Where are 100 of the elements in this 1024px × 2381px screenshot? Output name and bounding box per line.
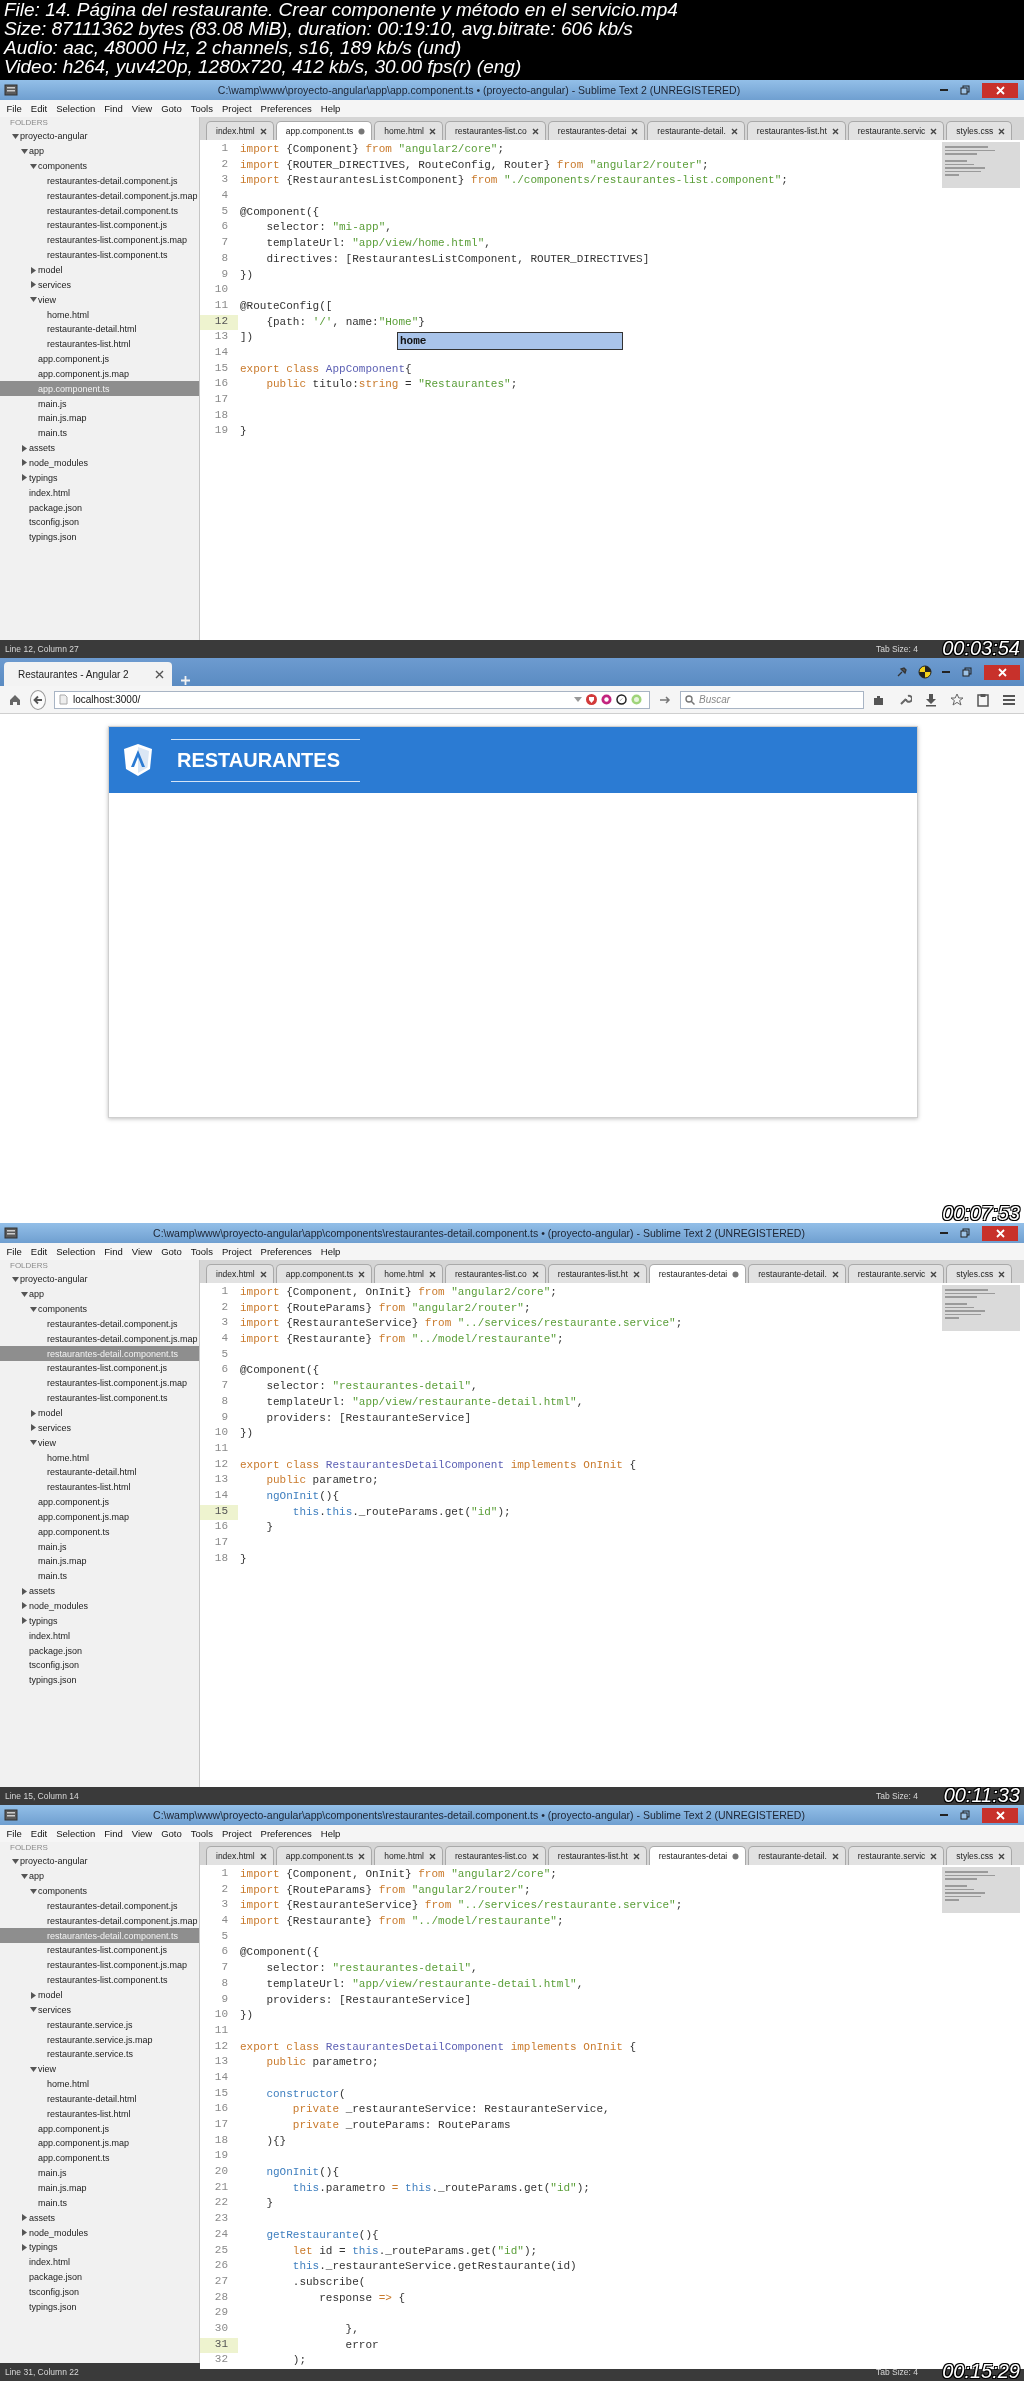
tree-item[interactable]: app.component.js xyxy=(0,351,199,367)
tree-item[interactable]: app.component.ts xyxy=(0,1524,199,1540)
tree-item[interactable]: restaurantes-detail.component.js.map xyxy=(0,188,199,204)
close-button[interactable] xyxy=(982,82,1018,98)
editor-tab[interactable]: restaurantes-detai xyxy=(648,1846,747,1865)
tree-item[interactable]: app.component.ts xyxy=(0,2150,199,2166)
tree-item[interactable]: assets xyxy=(0,1583,199,1599)
shield-extension-icon[interactable] xyxy=(586,694,597,705)
tree-item[interactable]: restaurantes-list.html xyxy=(0,2106,199,2122)
tree-item[interactable]: restaurante-detail.html xyxy=(0,321,199,337)
editor-tab[interactable]: restaurantes-list.ht xyxy=(547,1846,647,1865)
close-icon[interactable] xyxy=(831,127,839,135)
tree-item[interactable]: home.html xyxy=(0,1450,199,1465)
menu-item[interactable]: Edit xyxy=(26,103,52,114)
tree-item[interactable]: restaurante.service.ts xyxy=(0,2046,199,2062)
close-icon[interactable] xyxy=(429,127,436,135)
tree-item[interactable]: index.html xyxy=(0,485,199,501)
menu-icon[interactable] xyxy=(1002,692,1016,707)
editor-tab[interactable]: app.component.ts xyxy=(275,121,373,140)
dropdown-caret-icon[interactable] xyxy=(574,697,582,702)
tree-item[interactable]: model xyxy=(0,262,199,278)
back-button[interactable] xyxy=(30,689,46,710)
close-icon[interactable] xyxy=(531,1270,539,1278)
close-icon[interactable] xyxy=(259,127,267,135)
tree-item[interactable]: services xyxy=(0,277,199,293)
tree-item[interactable]: restaurantes-detail.component.js xyxy=(0,1316,199,1332)
menu-item[interactable]: Tools xyxy=(186,1828,218,1839)
tree-item[interactable]: app xyxy=(0,1868,199,1884)
tree-item[interactable]: package.json xyxy=(0,1643,199,1658)
menu-item[interactable]: Edit xyxy=(26,1828,52,1839)
close-icon[interactable] xyxy=(429,1270,436,1278)
tree-item[interactable]: components xyxy=(0,1301,199,1317)
editor-tab[interactable]: styles.css xyxy=(946,1846,1013,1865)
tree-item[interactable]: node_modules xyxy=(0,2225,199,2240)
tree-item[interactable]: main.ts xyxy=(0,1568,199,1584)
editor-tab[interactable]: restaurantes-list.co xyxy=(445,121,546,140)
editor-tab[interactable]: index.html xyxy=(206,121,274,140)
menu-item[interactable]: Help xyxy=(316,1246,345,1257)
editor-tab[interactable]: restaurante-detail. xyxy=(748,1264,846,1283)
tree-item[interactable]: main.js.map xyxy=(0,2180,199,2196)
tree-item[interactable]: view xyxy=(0,292,199,308)
tree-item[interactable]: typings xyxy=(0,470,199,486)
editor-tab[interactable]: styles.css xyxy=(946,1264,1013,1283)
close-icon[interactable] xyxy=(730,127,738,135)
close-icon[interactable] xyxy=(632,1852,640,1860)
editor-tab[interactable]: styles.css xyxy=(946,121,1013,140)
tree-item[interactable]: components xyxy=(0,158,199,174)
menu-item[interactable]: Goto xyxy=(156,103,187,114)
tree-item[interactable]: typings xyxy=(0,1613,199,1629)
menu-item[interactable]: Find xyxy=(99,1246,128,1257)
tree-item[interactable]: restaurantes-detail.component.js xyxy=(0,173,199,189)
tree-item[interactable]: tsconfig.json xyxy=(0,2284,199,2300)
editor-tab[interactable]: restaurante-detail. xyxy=(647,121,745,140)
tree-item[interactable]: assets xyxy=(0,2210,199,2226)
menu-item[interactable]: Find xyxy=(99,1828,128,1839)
tree-item[interactable]: main.js xyxy=(0,396,199,412)
editor-tab[interactable]: restaurantes-list.co xyxy=(445,1846,546,1865)
pin-icon[interactable] xyxy=(896,666,908,678)
tree-item[interactable]: app.component.js.map xyxy=(0,2136,199,2151)
editor-tab[interactable]: index.html xyxy=(206,1264,274,1283)
menu-item[interactable]: View xyxy=(127,1828,157,1839)
menu-item[interactable]: Selection xyxy=(51,1246,100,1257)
tree-item[interactable]: restaurantes-list.component.ts xyxy=(0,1972,199,1988)
tree-item[interactable]: package.json xyxy=(0,2269,199,2285)
tree-item[interactable]: restaurante.service.js xyxy=(0,2017,199,2033)
editor-tab[interactable]: app.component.ts xyxy=(275,1264,373,1283)
close-icon[interactable] xyxy=(358,1852,366,1860)
tree-item[interactable]: services xyxy=(0,2002,199,2018)
tree-item[interactable]: home.html xyxy=(0,2076,199,2092)
tree-item[interactable]: restaurantes-list.component.js.map xyxy=(0,1957,199,1973)
close-icon[interactable] xyxy=(930,127,938,135)
tree-item[interactable]: index.html xyxy=(0,2254,199,2270)
tree-item[interactable]: restaurantes-list.component.ts xyxy=(0,247,199,263)
tree-item[interactable]: app xyxy=(0,143,199,159)
close-button[interactable] xyxy=(982,1807,1018,1823)
tree-item[interactable]: restaurantes-list.component.js.map xyxy=(0,232,199,248)
menu-item[interactable]: Project xyxy=(217,1246,257,1257)
tree-item[interactable]: typings xyxy=(0,2239,199,2255)
browser-tab[interactable]: Restaurantes - Angular 2 xyxy=(4,662,172,686)
tree-item[interactable]: restaurantes-detail.component.js xyxy=(0,1898,199,1914)
editor-tab[interactable]: restaurante.servic xyxy=(847,1264,945,1283)
tree-item[interactable]: assets xyxy=(0,440,199,456)
new-tab-icon[interactable] xyxy=(180,675,191,686)
ring-extension-icon[interactable] xyxy=(601,694,612,705)
star-icon[interactable] xyxy=(950,692,964,707)
tree-item[interactable]: components xyxy=(0,1883,199,1899)
close-button[interactable] xyxy=(984,664,1020,680)
close-icon[interactable] xyxy=(998,1852,1006,1860)
editor-tab[interactable]: home.html xyxy=(374,1264,443,1283)
tree-item[interactable]: restaurantes-list.html xyxy=(0,1479,199,1495)
menu-item[interactable]: Selection xyxy=(51,103,100,114)
tree-item[interactable]: restaurantes-detail.component.js.map xyxy=(0,1913,199,1929)
editor-tab[interactable]: restaurante-detail. xyxy=(748,1846,846,1865)
close-icon[interactable] xyxy=(631,127,639,135)
tree-item[interactable]: typings.json xyxy=(0,1672,199,1688)
close-icon[interactable] xyxy=(831,1852,839,1860)
menu-item[interactable]: Find xyxy=(99,103,128,114)
close-button[interactable] xyxy=(982,1225,1018,1241)
tree-item[interactable]: tsconfig.json xyxy=(0,1657,199,1673)
menu-item[interactable]: Goto xyxy=(156,1246,187,1257)
